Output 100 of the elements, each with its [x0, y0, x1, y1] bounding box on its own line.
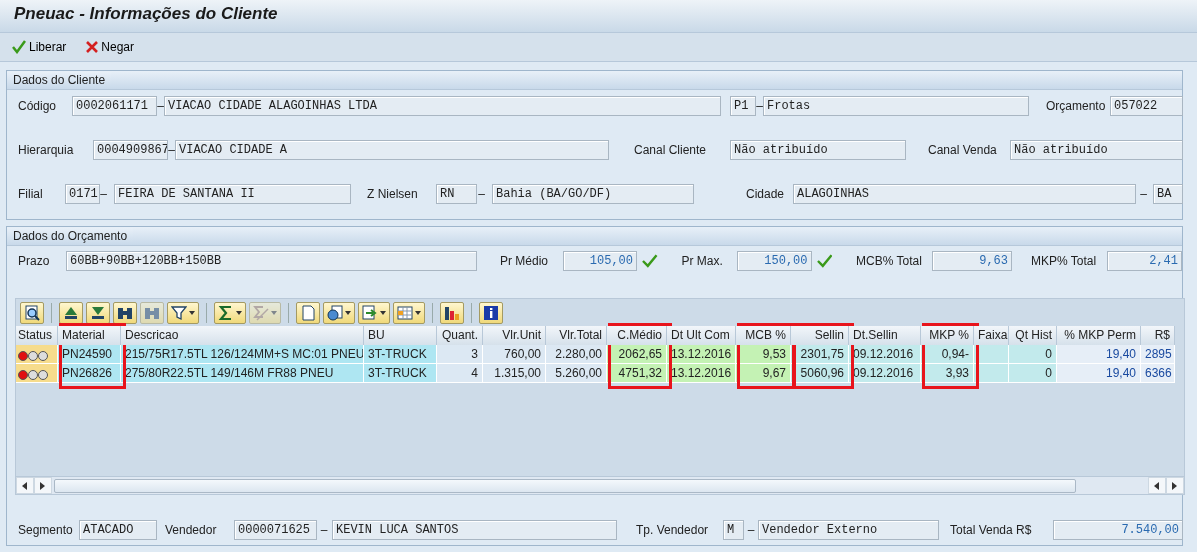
- column-header[interactable]: Descricao: [121, 326, 364, 345]
- scrollbar-thumb[interactable]: [54, 478, 1076, 493]
- toolbar-button[interactable]: [86, 301, 110, 324]
- table-cell: 215/75R17.5TL 126/124MM+S MC:01 PNEU: [121, 345, 364, 364]
- table-cell: 3T-TRUCK: [364, 345, 437, 364]
- table-cell: 19,40: [1057, 345, 1141, 364]
- input-field[interactable]: 2,41: [1107, 251, 1182, 271]
- document-icon: [300, 304, 316, 321]
- column-header[interactable]: R$: [1141, 326, 1175, 345]
- input-field[interactable]: RN: [436, 184, 477, 204]
- input-field[interactable]: P1: [730, 96, 756, 116]
- column-header[interactable]: MCB %: [736, 326, 791, 345]
- input-field[interactable]: 057022: [1110, 96, 1183, 116]
- table-cell: 4751,32: [607, 364, 667, 383]
- input-field[interactable]: 150,00: [736, 251, 812, 271]
- column-header[interactable]: % MKP Perm: [1057, 326, 1141, 345]
- scroll-left-button[interactable]: [1148, 477, 1166, 494]
- sort-descending-icon: [90, 304, 106, 321]
- input-field[interactable]: 0171: [65, 184, 100, 204]
- input-field[interactable]: Não atribuído: [1010, 140, 1183, 160]
- caret-icon: [345, 310, 351, 315]
- input-field[interactable]: ALAGOINHAS: [793, 184, 1136, 204]
- input-field[interactable]: VIACAO CIDADE ALAGOINHAS LTDA: [164, 96, 721, 116]
- column-header[interactable]: Quant.: [437, 326, 483, 345]
- field-label: Z Nielsen: [367, 186, 419, 203]
- table-cell: 09.12.2016: [849, 345, 921, 364]
- info-icon: [483, 304, 499, 321]
- column-header[interactable]: Status: [16, 326, 58, 345]
- input-field[interactable]: Vendedor Externo: [758, 520, 939, 540]
- approve-button[interactable]: Liberar: [10, 36, 69, 58]
- input-field[interactable]: 105,00: [563, 251, 637, 271]
- field-label: Tp. Vendedor: [636, 522, 710, 539]
- left-arrow-icon: [1154, 481, 1160, 490]
- input-field[interactable]: FEIRA DE SANTANA II: [114, 184, 351, 204]
- separator: –: [157, 98, 164, 115]
- separator: –: [756, 98, 763, 115]
- sigma-icon: [253, 304, 269, 321]
- column-header[interactable]: Vlr.Total: [546, 326, 607, 345]
- table-cell: 3,93: [921, 364, 974, 383]
- input-field[interactable]: Não atribuído: [730, 140, 906, 160]
- table-cell: 09.12.2016: [849, 364, 921, 383]
- input-field[interactable]: M: [723, 520, 744, 540]
- table-cell: 4: [437, 364, 483, 383]
- field-label: MCB% Total: [856, 253, 923, 270]
- column-header[interactable]: Qt Hist: [1009, 326, 1057, 345]
- table-cell: 2301,75: [791, 345, 849, 364]
- toolbar-button[interactable]: [479, 301, 503, 324]
- scroll-right-button[interactable]: [34, 477, 52, 494]
- input-field[interactable]: 0000071625: [234, 520, 317, 540]
- field-label: Canal Cliente: [634, 142, 708, 159]
- table-cell: 1.315,00: [483, 364, 546, 383]
- column-header[interactable]: Material: [58, 326, 121, 345]
- sigma-icon: [218, 304, 234, 321]
- field-label: Filial: [18, 186, 44, 203]
- scroll-left-button[interactable]: [16, 477, 34, 494]
- table-cell: 2.280,00: [546, 345, 607, 364]
- field-label: Vendedor: [165, 522, 218, 539]
- document-globe-icon: [327, 304, 343, 321]
- input-field[interactable]: KEVIN LUCA SANTOS: [332, 520, 617, 540]
- input-field[interactable]: BA: [1153, 184, 1183, 204]
- field-label: Pr Max.: [681, 253, 724, 270]
- scroll-right-button[interactable]: [1166, 477, 1184, 494]
- column-header[interactable]: Vlr.Unit: [483, 326, 546, 345]
- column-header[interactable]: Sellin: [791, 326, 849, 345]
- separator: –: [319, 522, 329, 539]
- input-field[interactable]: Bahia (BA/GO/DF): [492, 184, 694, 204]
- input-field[interactable]: 7.540,00: [1053, 520, 1183, 540]
- field-label: MKP% Total: [1031, 253, 1098, 270]
- table-cell: 0: [1009, 345, 1057, 364]
- check-icon: [12, 40, 26, 54]
- toolbar-button[interactable]: [113, 301, 137, 324]
- input-field[interactable]: 9,63: [932, 251, 1012, 271]
- column-header[interactable]: Dt.Sellin: [849, 326, 921, 345]
- arrow-document-icon: [362, 304, 378, 321]
- toolbar-button[interactable]: [214, 301, 246, 324]
- column-header[interactable]: Dt Ult Com: [667, 326, 736, 345]
- reject-button[interactable]: Negar: [84, 36, 137, 58]
- input-field[interactable]: Frotas: [763, 96, 1029, 116]
- toolbar-button[interactable]: [323, 301, 355, 324]
- right-arrow-icon: [1172, 481, 1178, 490]
- input-field[interactable]: VIACAO CIDADE A: [175, 140, 609, 160]
- column-header[interactable]: Faixa: [974, 326, 1009, 345]
- column-header[interactable]: C.Médio: [607, 326, 667, 345]
- funnel-icon: [171, 304, 187, 321]
- table-cell: 3T-TRUCK: [364, 364, 437, 383]
- field-label: Total Venda R$: [950, 522, 1033, 539]
- input-field[interactable]: 0002061171: [72, 96, 157, 116]
- toolbar-button[interactable]: [59, 301, 83, 324]
- column-header[interactable]: BU: [364, 326, 437, 345]
- table-cell: PN26826: [58, 364, 121, 383]
- field-label: Cidade: [746, 186, 786, 203]
- magnifier-icon: [24, 304, 40, 321]
- column-header[interactable]: MKP %: [921, 326, 974, 345]
- input-field[interactable]: 60BB+90BB+120BB+150BB: [66, 251, 477, 271]
- toolbar-button[interactable]: [440, 301, 464, 324]
- input-field[interactable]: ATACADO: [79, 520, 157, 540]
- toolbar-button[interactable]: [20, 301, 44, 324]
- toolbar-button[interactable]: [167, 301, 199, 324]
- bar-chart-icon: [444, 304, 460, 321]
- table-cell: 0,94-: [921, 345, 974, 364]
